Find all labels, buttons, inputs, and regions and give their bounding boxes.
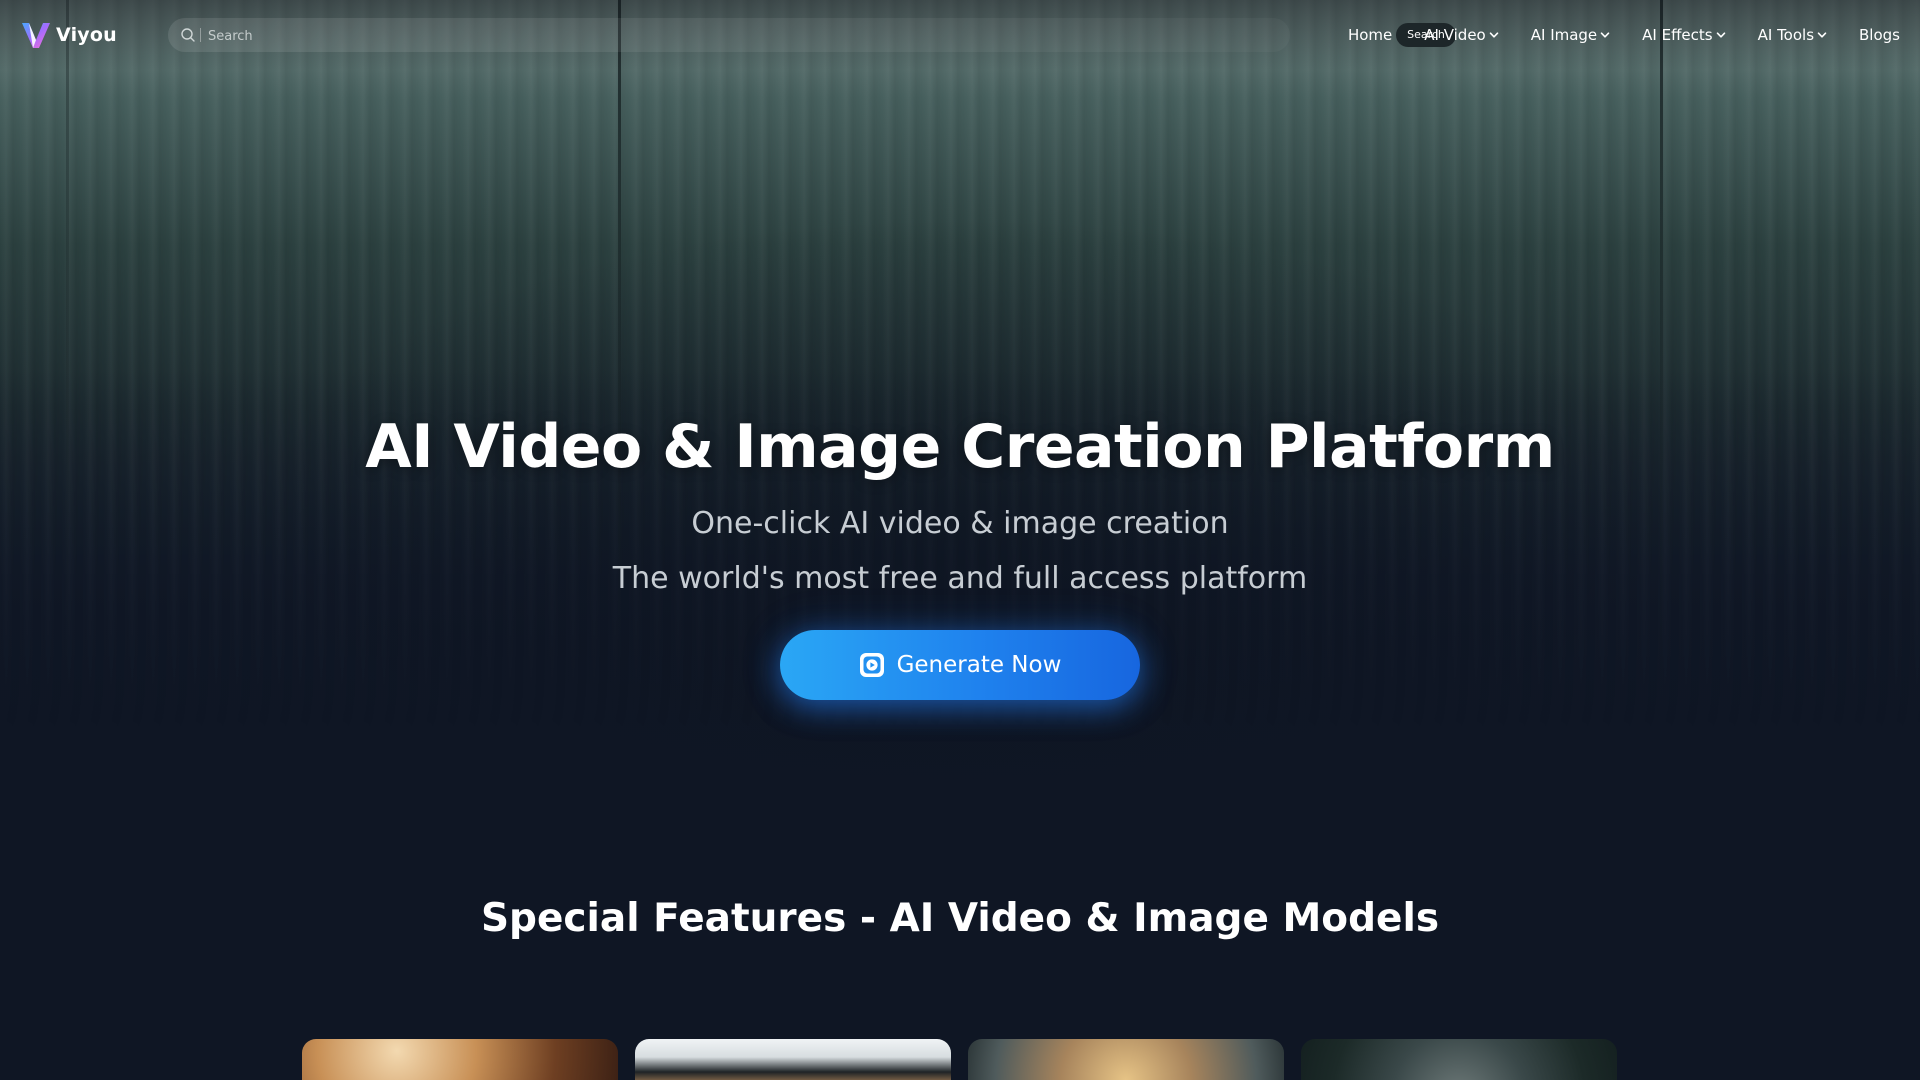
- nav-label: Blogs: [1859, 26, 1900, 44]
- hero-subtitle-line2: The world's most free and full access pl…: [612, 561, 1308, 596]
- nav-ai-tools[interactable]: AI Tools: [1758, 26, 1827, 44]
- chevron-down-icon: [1817, 32, 1827, 38]
- nav-label: AI Video: [1424, 26, 1486, 44]
- brand-name: Viyou: [56, 24, 117, 46]
- feature-card[interactable]: [968, 1039, 1284, 1080]
- feature-card[interactable]: [1301, 1039, 1617, 1080]
- search-input[interactable]: [206, 24, 1110, 48]
- chevron-down-icon: [1600, 32, 1610, 38]
- play-icon: [859, 653, 884, 677]
- nav-ai-effects[interactable]: AI Effects: [1642, 26, 1725, 44]
- main-nav: Home AI Video AI Image AI Effects AI Too…: [1316, 22, 1900, 48]
- nav-label: AI Effects: [1642, 26, 1713, 44]
- feature-card[interactable]: [635, 1039, 951, 1080]
- search-divider: [200, 28, 201, 42]
- top-navbar: Viyou Search Home AI Video AI Image: [0, 0, 1920, 70]
- nav-home[interactable]: Home: [1348, 26, 1392, 44]
- feature-card[interactable]: [302, 1039, 618, 1080]
- feature-cards: [302, 1039, 1618, 1080]
- generate-now-label: Generate Now: [896, 652, 1062, 678]
- search-icon: [181, 28, 195, 42]
- nav-blogs[interactable]: Blogs: [1859, 26, 1900, 44]
- search-bar: Search: [168, 18, 1456, 52]
- hero-title: AI Video & Image Creation Platform: [365, 412, 1555, 482]
- hero-subtitle-line1: One-click AI video & image creation: [691, 506, 1229, 541]
- chevron-down-icon: [1489, 32, 1499, 38]
- nav-label: AI Image: [1530, 26, 1598, 44]
- brand-logo[interactable]: Viyou: [20, 18, 117, 52]
- chevron-down-icon: [1716, 32, 1725, 38]
- nav-label: AI Tools: [1757, 26, 1815, 44]
- generate-now-button[interactable]: Generate Now: [780, 630, 1140, 700]
- page: Viyou Search Home AI Video AI Image: [0, 0, 1920, 1080]
- nav-ai-video[interactable]: AI Video: [1424, 26, 1499, 44]
- viyou-logo-icon: [22, 23, 50, 48]
- nav-ai-image[interactable]: AI Image: [1531, 26, 1610, 44]
- features-section-title: Special Features - AI Video & Image Mode…: [480, 896, 1440, 941]
- nav-label: Home: [1347, 26, 1393, 44]
